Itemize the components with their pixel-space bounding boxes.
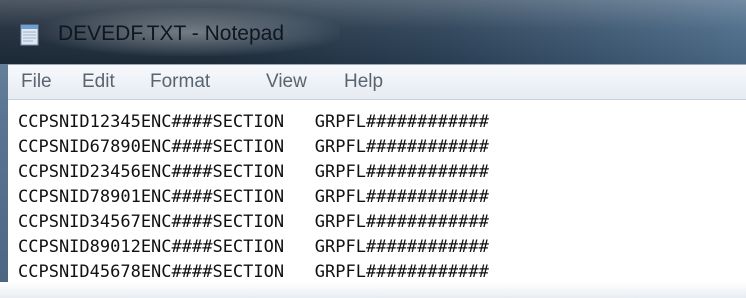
text-line: CCPSNID23456ENC####SECTION GRPFL########… [18,162,489,182]
menu-file[interactable]: File [21,71,52,93]
menu-edit[interactable]: Edit [82,71,115,93]
text-line: CCPSNID45678ENC####SECTION GRPFL########… [18,262,489,282]
window-title: DEVEDF.TXT - Notepad [58,22,285,45]
notepad-icon[interactable] [18,22,42,46]
title-bar[interactable]: DEVEDF.TXT - Notepad [0,0,746,64]
text-line: CCPSNID34567ENC####SECTION GRPFL########… [18,212,489,232]
text-line: CCPSNID67890ENC####SECTION GRPFL########… [18,137,489,157]
menu-format[interactable]: Format [150,71,210,93]
text-editor[interactable]: CCPSNID12345ENC####SECTION GRPFL########… [8,101,746,298]
menu-bar: File Edit Format View Help [8,65,746,100]
menu-view[interactable]: View [266,71,307,93]
text-line: CCPSNID89012ENC####SECTION GRPFL########… [18,237,489,257]
notepad-window: DEVEDF.TXT - Notepad File Edit Format Vi… [0,0,746,298]
window-bottom-edge [0,282,746,298]
text-line: CCPSNID12345ENC####SECTION GRPFL########… [18,112,489,132]
text-line: CCPSNID78901ENC####SECTION GRPFL########… [18,187,489,207]
menu-help[interactable]: Help [344,71,383,93]
client-area: File Edit Format View Help CCPSNID12345E… [8,64,746,298]
